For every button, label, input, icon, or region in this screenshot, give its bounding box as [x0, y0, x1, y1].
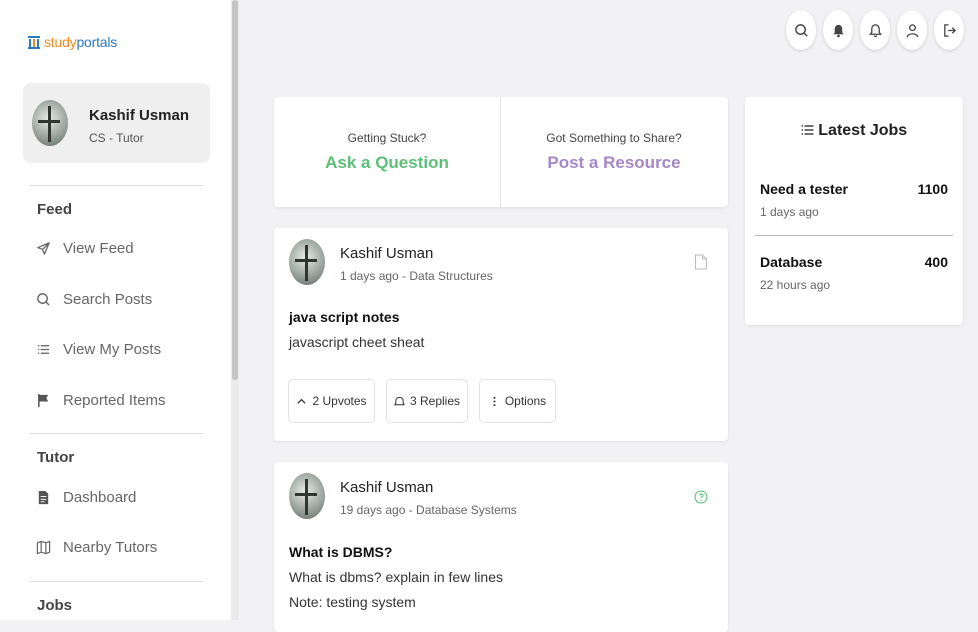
job-item[interactable]: Need a tester 1100 1 days ago: [760, 181, 948, 231]
sidebar-item-dashboard[interactable]: Dashboard: [36, 489, 136, 506]
replies-count: 3 Replies: [409, 394, 461, 408]
avatar: [32, 100, 68, 146]
ask-question-action[interactable]: Getting Stuck? Ask a Question: [274, 97, 500, 207]
job-price: 400: [924, 254, 948, 270]
post-meta: 1 days ago - Data Structures: [340, 269, 493, 283]
post-resource-action[interactable]: Got Something to Share? Post a Resource: [501, 97, 727, 207]
chevron-up-icon: [297, 398, 307, 404]
post-author[interactable]: Kashif Usman: [340, 245, 433, 262]
replies-button[interactable]: 3 Replies: [386, 379, 468, 423]
post-title[interactable]: What is DBMS?: [289, 544, 392, 560]
file-icon: [38, 490, 49, 505]
divider: [30, 185, 203, 186]
post-body: What is dbms? explain in few lines: [289, 569, 503, 585]
options-button[interactable]: Options: [479, 379, 556, 423]
sidebar-item-label: Nearby Tutors: [63, 539, 158, 556]
job-time: 22 hours ago: [760, 278, 831, 292]
sidebar-item-label: View Feed: [63, 240, 134, 257]
section-title-tutor: Tutor: [37, 449, 75, 466]
divider: [30, 433, 203, 434]
question-icon: [694, 490, 708, 504]
post-resource-link[interactable]: Post a Resource: [501, 153, 727, 173]
logo-text-portals: portals: [76, 34, 118, 50]
profile-role: CS - Tutor: [89, 131, 144, 145]
sidebar-scrollbar[interactable]: [231, 0, 239, 620]
top-search-button[interactable]: [786, 10, 816, 50]
top-profile-button[interactable]: [897, 10, 927, 50]
job-time: 1 days ago: [760, 205, 819, 219]
post-card: Kashif Usman 1 days ago - Data Structure…: [274, 228, 728, 441]
comment-icon: [393, 396, 405, 405]
list-icon: [37, 345, 50, 354]
post-title[interactable]: java script notes: [289, 309, 400, 325]
sidebar-item-label: Dashboard: [63, 489, 137, 506]
user-icon: [906, 23, 918, 37]
sidebar: studyportals Kashif Usman CS - Tutor Fee…: [0, 0, 233, 620]
section-title-feed: Feed: [37, 201, 73, 218]
sidebar-item-nearby-tutors[interactable]: Nearby Tutors: [36, 539, 157, 556]
ask-post-card: Getting Stuck? Ask a Question Got Someth…: [274, 97, 728, 207]
section-title-jobs: Jobs: [37, 597, 73, 614]
divider: [30, 581, 203, 582]
ask-question-link[interactable]: Ask a Question: [274, 153, 500, 173]
search-icon: [37, 293, 50, 306]
post-note: Note: testing system: [289, 594, 416, 610]
latest-jobs-heading: Latest Jobs: [745, 122, 963, 140]
scrollbar-thumb[interactable]: [232, 0, 238, 380]
sidebar-item-label: View My Posts: [63, 341, 162, 358]
document-icon: [694, 254, 708, 270]
send-icon: [37, 242, 50, 255]
profile-name: Kashif Usman: [89, 107, 190, 124]
top-notification-button[interactable]: [860, 10, 890, 50]
flag-icon: [38, 393, 49, 408]
avatar[interactable]: [289, 239, 325, 285]
job-name: Need a tester: [760, 181, 848, 197]
search-icon: [794, 23, 808, 37]
map-icon: [36, 540, 51, 555]
sidebar-item-label: Reported Items: [63, 392, 166, 409]
job-price: 1100: [917, 181, 948, 197]
upvote-button[interactable]: 2 Upvotes: [288, 379, 375, 423]
ask-question-prompt: Getting Stuck?: [347, 131, 427, 145]
sidebar-item-reported-items[interactable]: Reported Items: [36, 392, 166, 409]
institution-icon: [28, 36, 40, 49]
options-label: Options: [504, 394, 547, 408]
sidebar-item-view-feed[interactable]: View Feed: [36, 240, 134, 257]
divider: [755, 235, 953, 236]
post-meta: 19 days ago - Database Systems: [340, 503, 517, 517]
post-resource-prompt: Got Something to Share?: [546, 131, 682, 145]
top-logout-button[interactable]: [934, 10, 964, 50]
sidebar-item-label: Search Posts: [63, 291, 153, 308]
more-vertical-icon: [493, 396, 496, 406]
top-bell-button[interactable]: [823, 10, 853, 50]
job-item[interactable]: Database 400 22 hours ago: [760, 254, 948, 304]
latest-jobs-title: Latest Jobs: [818, 122, 908, 139]
logout-icon: [943, 23, 956, 37]
notification-icon: [868, 23, 882, 37]
post-card: Kashif Usman 19 days ago - Database Syst…: [274, 462, 728, 632]
logo-text-study: study: [44, 34, 77, 50]
post-author[interactable]: Kashif Usman: [340, 479, 433, 496]
upvote-count: 2 Upvotes: [312, 394, 367, 408]
list-icon: [801, 125, 814, 135]
sidebar-item-view-my-posts[interactable]: View My Posts: [36, 341, 161, 358]
sidebar-item-search-posts[interactable]: Search Posts: [36, 291, 152, 308]
post-body: javascript cheet sheat: [289, 334, 425, 350]
job-name: Database: [760, 254, 823, 270]
studyportals-logo[interactable]: studyportals: [28, 34, 117, 50]
profile-card[interactable]: Kashif Usman CS - Tutor: [23, 83, 210, 163]
bell-icon: [832, 24, 844, 37]
latest-jobs-card: Latest Jobs Need a tester 1100 1 days ag…: [745, 97, 963, 325]
avatar[interactable]: [289, 473, 325, 519]
